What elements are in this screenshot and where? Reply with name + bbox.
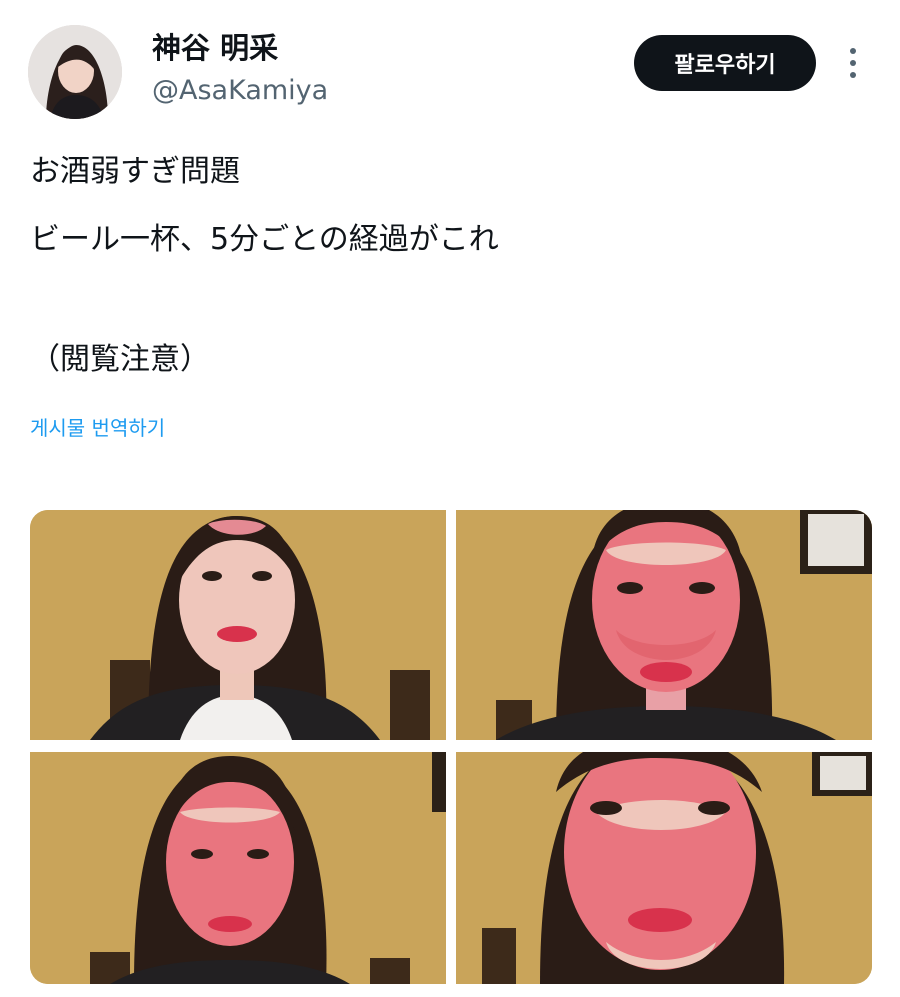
translate-post-link[interactable]: 게시물 번역하기	[30, 414, 165, 442]
tweet-text-line: お酒弱すぎ問題	[30, 154, 240, 189]
tweet-text-line: ビール一杯、5分ごとの経過がこれ	[30, 222, 499, 257]
media-grid	[30, 510, 872, 984]
more-vertical-icon[interactable]	[838, 42, 868, 84]
photo-2[interactable]	[456, 510, 872, 740]
photo-1[interactable]	[30, 510, 446, 740]
tweet-text-line: （閲覧注意）	[30, 342, 210, 377]
photo-4[interactable]	[456, 752, 872, 984]
avatar[interactable]	[28, 25, 122, 119]
avatar-photo	[28, 25, 122, 119]
follow-button[interactable]: 팔로우하기	[634, 35, 816, 91]
display-name[interactable]: 神谷 明采	[152, 30, 278, 66]
user-handle[interactable]: @AsaKamiya	[152, 74, 328, 108]
photo-3[interactable]	[30, 752, 446, 984]
